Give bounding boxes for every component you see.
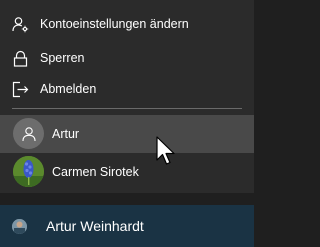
menu-divider (12, 108, 242, 109)
photo-avatar (13, 156, 44, 187)
account-settings-icon (12, 16, 29, 33)
user-icon (21, 126, 36, 141)
lock-item[interactable]: Sperren (0, 48, 254, 68)
sign-out-icon (12, 81, 29, 98)
generic-user-avatar (13, 118, 44, 149)
lock-label: Sperren (40, 51, 85, 65)
sign-out-label: Abmelden (40, 82, 97, 96)
account-flyout-menu: Kontoeinstellungen ändern Sperren Abmeld… (0, 0, 254, 193)
current-user-avatar (12, 218, 27, 234)
user-item-artur[interactable]: Artur (0, 115, 254, 153)
user-name-artur: Artur (52, 127, 80, 141)
sign-out-item[interactable]: Abmelden (0, 79, 254, 99)
change-account-settings-label: Kontoeinstellungen ändern (40, 17, 189, 31)
start-menu-account-button[interactable]: Artur Weinhardt (0, 205, 254, 247)
change-account-settings-item[interactable]: Kontoeinstellungen ändern (0, 14, 254, 34)
current-user-name: Artur Weinhardt (46, 218, 144, 234)
lock-icon (12, 50, 29, 67)
mouse-pointer-icon (156, 136, 175, 165)
user-item-carmen-sirotek[interactable]: Carmen Sirotek (0, 153, 254, 191)
user-name-carmen-sirotek: Carmen Sirotek (52, 165, 139, 179)
